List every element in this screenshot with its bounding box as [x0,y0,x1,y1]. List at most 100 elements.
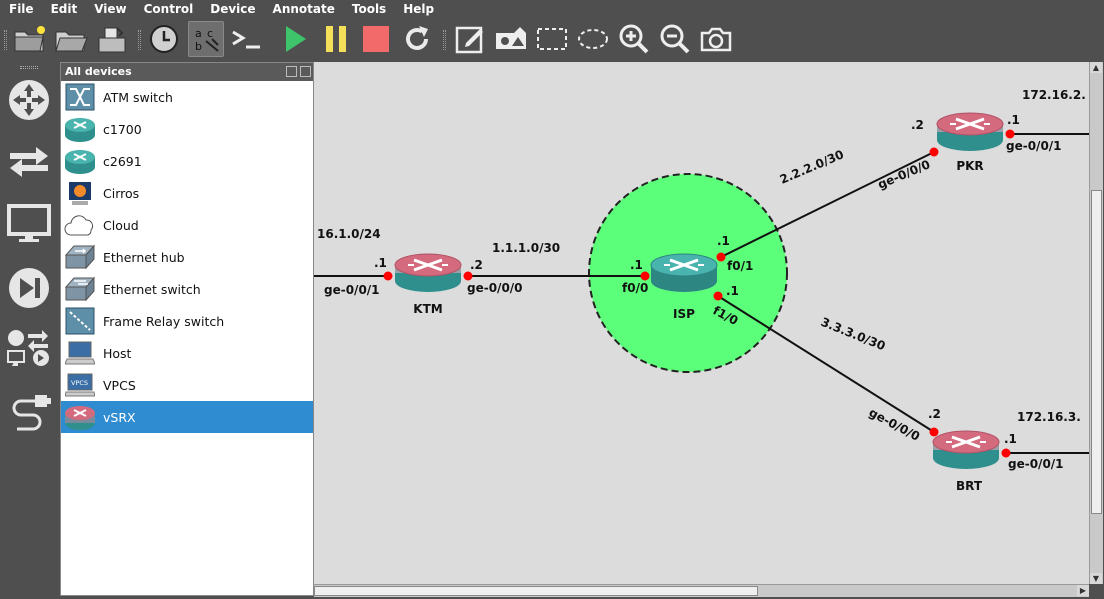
subnet-label-pkr-lan[interactable]: 172.16.2. [1022,88,1086,102]
port-pkr-ge001[interactable] [1005,129,1015,139]
open-project-button[interactable] [53,21,89,57]
port-isp-f00[interactable] [640,271,650,281]
device-item-c2691[interactable]: c2691 [61,145,313,177]
device-item-host[interactable]: Host [61,337,313,369]
if-label-isp-f01-if[interactable]: f0/1 [727,259,753,273]
if-label-isp-f01-ip[interactable]: .1 [717,234,730,248]
subnet-label-ktm-isp[interactable]: 1.1.1.0/30 [492,241,560,255]
if-label-pkr-out-ip[interactable]: .1 [1007,113,1020,127]
suspend-all-button[interactable] [318,21,354,57]
dock-float-button[interactable] [286,66,297,77]
subnet-label-isp-pkr[interactable]: 2.2.2.0/30 [778,147,846,187]
start-all-button[interactable] [277,21,313,57]
draw-ellipse-button[interactable] [575,21,611,57]
scroll-down-arrow[interactable]: ▼ [1090,573,1102,584]
toolbar-grip[interactable] [138,30,141,50]
browse-switches-button[interactable] [4,138,54,186]
play-icon [286,26,306,52]
menu-help[interactable]: Help [394,0,442,18]
insert-picture-button[interactable] [493,21,529,57]
menu-file[interactable]: File [0,0,42,18]
browse-routers-button[interactable] [4,76,54,124]
device-item-ethernet-switch[interactable]: Ethernet switch [61,273,313,305]
new-project-button[interactable] [12,21,48,57]
browse-end-devices-button[interactable] [4,200,54,248]
device-item-frame-relay-switch[interactable]: Frame Relay switch [61,305,313,337]
vertical-scroll-thumb[interactable] [1091,190,1102,514]
scroll-right-arrow[interactable]: ▶ [1077,585,1089,596]
device-item-cloud[interactable]: Cloud [61,209,313,241]
port-ktm-ge000[interactable] [463,271,473,281]
menu-device[interactable]: Device [201,0,263,18]
router-pkr[interactable] [935,111,1005,153]
screenshot-button[interactable] [698,21,734,57]
toolbar-grip[interactable] [443,30,446,50]
if-label-ktm-left-if[interactable]: ge-0/0/1 [324,283,380,297]
svg-text:c: c [207,27,213,40]
if-label-brt-out-if[interactable]: ge-0/0/1 [1008,457,1064,471]
router-brt[interactable] [931,429,1001,471]
menu-view[interactable]: View [85,0,134,18]
toolbar-grip[interactable] [4,30,7,50]
add-note-button[interactable] [452,21,488,57]
dock-close-button[interactable] [300,66,311,77]
vsrx-icon [63,402,97,432]
canvas-horizontal-scrollbar[interactable]: ▶ [314,584,1089,597]
subnet-label-ktm-lan[interactable]: 16.1.0/24 [317,227,381,241]
menu-control[interactable]: Control [135,0,202,18]
console-all-button[interactable] [228,21,264,57]
topology-canvas[interactable]: KTM ISP PKR BRT 16.1.0/24 1.1.1.0/30 2.2… [314,62,1089,584]
device-item-vsrx[interactable]: vSRX [61,401,313,433]
if-label-pkr-in-if[interactable]: ge-0/0/0 [876,157,933,192]
port-isp-f10[interactable] [713,291,723,301]
browse-security-devices-button[interactable] [4,264,54,312]
if-label-ktm-left-ip[interactable]: .1 [374,256,387,270]
if-label-brt-in-ip[interactable]: .2 [928,407,941,421]
router-isp[interactable] [649,252,719,294]
if-label-isp-f00-ip[interactable]: .1 [630,258,643,272]
if-label-ktm-right-ip[interactable]: .2 [470,258,483,272]
snapshot-button[interactable] [146,21,182,57]
horizontal-scroll-thumb[interactable] [314,586,758,596]
show-labels-button[interactable]: acb [188,21,224,57]
scroll-up-arrow[interactable]: ▲ [1090,62,1102,73]
subnet-label-brt-lan[interactable]: 172.16.3. [1017,410,1081,424]
if-label-isp-f10-ip[interactable]: .1 [726,284,739,298]
port-ktm-ge001[interactable] [383,271,393,281]
add-link-button[interactable] [4,390,54,438]
device-item-cirros[interactable]: Cirros [61,177,313,209]
menu-tools[interactable]: Tools [343,0,394,18]
port-brt-ge000[interactable] [929,427,939,437]
zoom-out-button[interactable] [657,21,693,57]
reload-all-button[interactable] [399,21,435,57]
router-ktm[interactable] [393,252,463,294]
device-label: Cloud [103,217,139,233]
svg-text:VPCS: VPCS [71,379,88,387]
device-item-c1700[interactable]: c1700 [61,113,313,145]
stop-all-button[interactable] [358,21,394,57]
if-label-brt-out-ip[interactable]: .1 [1004,432,1017,446]
side-toolbar-grip[interactable] [20,66,38,69]
svg-text:a: a [195,27,202,40]
save-project-button[interactable] [94,21,130,57]
menu-edit[interactable]: Edit [42,0,86,18]
browse-all-devices-button[interactable] [4,328,54,368]
port-isp-f01[interactable] [716,252,726,262]
if-label-brt-in-if[interactable]: ge-0/0/0 [867,405,923,443]
if-label-pkr-out-if[interactable]: ge-0/0/1 [1006,139,1062,153]
subnet-label-isp-brt[interactable]: 3.3.3.0/30 [819,315,887,354]
menu-annotate[interactable]: Annotate [264,0,343,18]
draw-rectangle-button[interactable] [534,21,570,57]
ethernet-hub-icon [63,242,97,272]
canvas-vertical-scrollbar[interactable]: ▲ ▼ [1089,62,1103,584]
zoom-in-button[interactable] [616,21,652,57]
if-label-pkr-in-ip[interactable]: .2 [911,118,924,132]
if-label-ktm-right-if[interactable]: ge-0/0/0 [467,281,523,295]
device-item-vpcs[interactable]: VPCS VPCS [61,369,313,401]
device-label: Frame Relay switch [103,313,225,329]
if-label-isp-f00-if[interactable]: f0/0 [622,281,648,295]
device-item-ethernet-hub[interactable]: Ethernet hub [61,241,313,273]
device-item-atm-switch[interactable]: ATM switch [61,81,313,113]
port-pkr-ge000[interactable] [929,147,939,157]
note-icon [455,26,483,54]
